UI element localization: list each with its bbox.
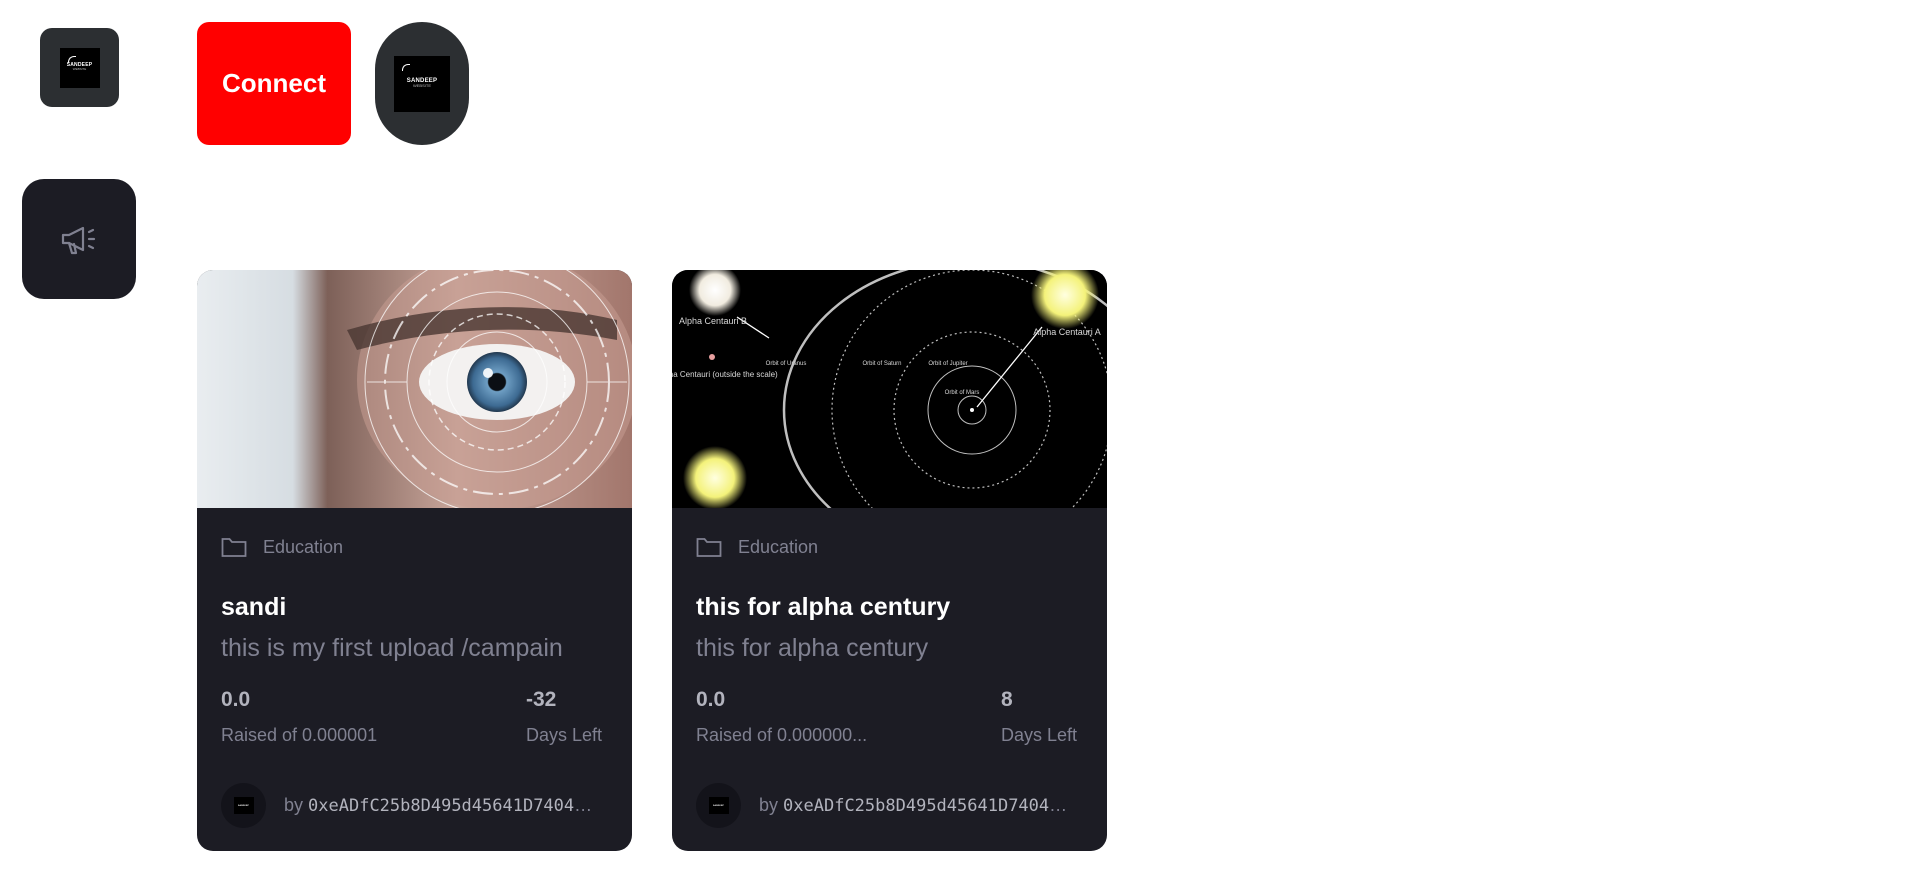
owner-row: SANDEEP by 0xeADfC25b8D495d45641D7404E..… [221, 783, 599, 828]
owner-avatar: SANDEEP [696, 783, 741, 828]
owner-logo-text: SANDEEP [712, 804, 725, 807]
connect-button[interactable]: Connect [197, 22, 351, 145]
owner-prefix: by [284, 795, 304, 815]
owner-text: by 0xeADfC25b8D495d45641D7404E... [284, 795, 599, 816]
megaphone-icon [61, 226, 96, 255]
days-left-label: Days Left [526, 725, 603, 745]
alpha-b-label: Alpha Centauri B [679, 316, 747, 326]
logo-button[interactable]: SANDEEP WEBSITE [40, 28, 119, 107]
campaign-title: sandi [221, 593, 287, 621]
owner-address: 0xeADfC25b8D495d45641D7404E... [783, 796, 1074, 816]
site-logo: SANDEEP WEBSITE [59, 47, 100, 88]
owner-row: SANDEEP by 0xeADfC25b8D495d45641D7404E..… [696, 783, 1074, 828]
owner-avatar: SANDEEP [221, 783, 266, 828]
logo-subtext: WEBSITE [72, 67, 87, 72]
solar-orbit-diagram-image: Alpha Centauri B Proxima Centauri (outsi… [672, 270, 1107, 508]
amount-raised: 0.0 [696, 688, 726, 711]
folder-icon [221, 538, 247, 557]
orbit-mars-label: Orbit of Mars [945, 390, 980, 396]
owner-logo: SANDEEP [233, 797, 254, 814]
owner-text: by 0xeADfC25b8D495d45641D7404E... [759, 795, 1074, 816]
orbit-saturn-label: Orbit of Saturn [862, 361, 901, 367]
sidebar-item-campaign[interactable] [22, 179, 136, 299]
profile-avatar: SANDEEP WEBSITE [394, 55, 450, 112]
campaign-image: Alpha Centauri B Proxima Centauri (outsi… [672, 270, 1107, 508]
owner-address: 0xeADfC25b8D495d45641D7404E... [308, 796, 599, 816]
raised-label: Raised of 0.000001 [221, 725, 378, 745]
campaign-description: this is my first upload /campain [221, 634, 563, 662]
category-label: Education [263, 536, 344, 557]
days-left-value: -32 [526, 688, 557, 711]
amount-raised: 0.0 [221, 688, 251, 711]
logo-swirl-icon [402, 63, 410, 71]
profile-button[interactable]: SANDEEP WEBSITE [375, 22, 469, 145]
category-row: Education [221, 536, 343, 558]
campaign-title: this for alpha century [696, 593, 951, 621]
days-left-value: 8 [1001, 688, 1013, 711]
orbit-jupiter-label: Orbit of Jupiter [928, 361, 967, 367]
raised-label: Raised of 0.000000... [696, 725, 868, 745]
eye-scan-image [197, 270, 632, 508]
owner-prefix: by [759, 795, 779, 815]
campaign-image [197, 270, 632, 508]
profile-logo-subtext: WEBSITE [412, 83, 431, 89]
logo-swirl-icon [67, 55, 76, 63]
owner-logo-text: SANDEEP [237, 804, 250, 807]
category-row: Education [696, 536, 818, 558]
days-left-label: Days Left [1001, 725, 1078, 745]
folder-icon [696, 538, 722, 557]
category-label: Education [738, 536, 819, 557]
campaign-card[interactable]: Alpha Centauri B Proxima Centauri (outsi… [672, 270, 1107, 851]
campaign-card[interactable]: Education sandi this is my first upload … [197, 270, 632, 851]
owner-logo: SANDEEP [708, 797, 729, 814]
proxima-label: Proxima Centauri (outside the scale) [672, 370, 778, 379]
alpha-a-label: Alpha Centauri A [1033, 327, 1101, 337]
campaign-description: this for alpha century [696, 634, 929, 662]
orbit-uranus-label: Orbit of Uranus [766, 361, 807, 367]
